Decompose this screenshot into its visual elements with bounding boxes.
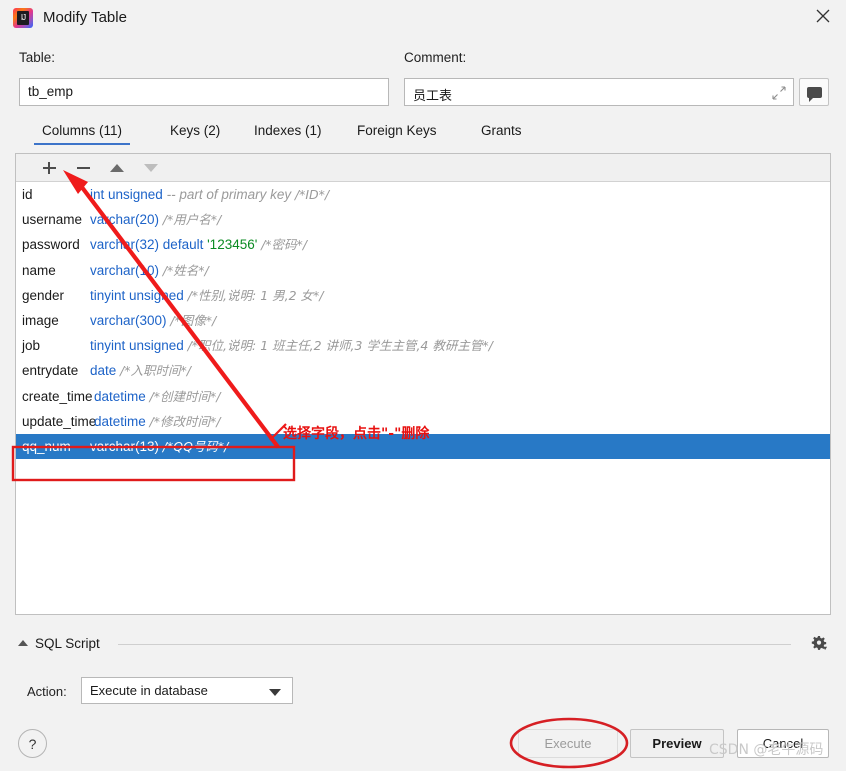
column-name: name: [22, 258, 90, 283]
columns-panel: idint unsigned -- part of primary key /*…: [15, 153, 831, 615]
table-row[interactable]: idint unsigned -- part of primary key /*…: [16, 182, 830, 207]
table-row[interactable]: jobtinyint unsigned /*职位,说明: 1 班主任,2 讲师,…: [16, 333, 830, 358]
table-row[interactable]: create_timedatetime /*创建时间*/: [16, 384, 830, 409]
column-type: datetime: [94, 389, 146, 404]
column-name: id: [22, 182, 90, 207]
comment-input[interactable]: 员工表: [404, 78, 794, 106]
close-icon[interactable]: [800, 0, 846, 32]
table-row[interactable]: entrydatedate /*入职时间*/: [16, 358, 830, 383]
expand-icon[interactable]: [772, 86, 786, 100]
column-comment: /*ID*/: [295, 187, 329, 202]
table-label: Table:: [19, 50, 55, 65]
column-type: varchar: [90, 439, 135, 454]
minus-icon[interactable]: [68, 154, 98, 181]
tab-grants[interactable]: Grants: [481, 123, 522, 138]
columns-list: idint unsigned -- part of primary key /*…: [16, 182, 830, 459]
table-row[interactable]: passwordvarchar(32) default '123456' /*密…: [16, 232, 830, 257]
annotation-note: 选择字段，点击"-"删除: [283, 423, 429, 443]
action-label: Action:: [27, 684, 67, 699]
column-comment: /*修改时间*/: [150, 414, 221, 429]
sql-script-label: SQL Script: [35, 636, 100, 651]
title-bar: IJ Modify Table: [0, 0, 846, 37]
column-keyword: default: [163, 237, 204, 252]
column-type: varchar: [90, 263, 135, 278]
table-row[interactable]: gendertinyint unsigned /*性别,说明: 1 男,2 女*…: [16, 283, 830, 308]
column-name: create_time: [22, 384, 94, 409]
column-name: password: [22, 232, 90, 257]
column-name: job: [22, 333, 90, 358]
window-title: Modify Table: [43, 9, 127, 26]
column-comment: /*用户名*/: [163, 212, 221, 227]
table-row[interactable]: namevarchar(10) /*姓名*/: [16, 258, 830, 283]
column-type: int unsigned: [90, 187, 163, 202]
gear-icon[interactable]: [809, 634, 831, 654]
watermark: CSDN @老牛源码: [709, 739, 823, 759]
comment-value: 员工表: [413, 85, 452, 104]
help-button[interactable]: ?: [18, 729, 47, 758]
column-name: username: [22, 207, 90, 232]
column-name: entrydate: [22, 358, 90, 383]
table-name-input[interactable]: tb_emp: [19, 78, 389, 106]
tab-keys[interactable]: Keys (2): [170, 123, 220, 138]
column-default: '123456': [207, 237, 257, 252]
modify-table-dialog: IJ Modify Table Table: tb_emp Comment: 员…: [0, 0, 846, 771]
comment-label: Comment:: [404, 50, 466, 65]
column-comment: /*创建时间*/: [150, 389, 221, 404]
column-type: varchar: [90, 212, 135, 227]
column-type: date: [90, 363, 116, 378]
column-length: (13): [135, 439, 159, 454]
column-name: qq_num: [22, 434, 90, 459]
column-type: datetime: [94, 414, 146, 429]
columns-toolbar: [16, 154, 830, 182]
column-type: varchar: [90, 313, 135, 328]
divider: [118, 644, 791, 645]
sql-script-section-header[interactable]: SQL Script: [15, 634, 831, 654]
action-select[interactable]: Execute in database: [81, 677, 293, 704]
column-comment: /*图像*/: [170, 313, 216, 328]
table-row[interactable]: imagevarchar(300) /*图像*/: [16, 308, 830, 333]
column-type: varchar: [90, 237, 135, 252]
column-name: gender: [22, 283, 90, 308]
column-length: (20): [135, 212, 159, 227]
arrow-down-icon[interactable]: [136, 154, 166, 181]
intellij-idea-icon: IJ: [13, 8, 33, 28]
column-name: image: [22, 308, 90, 333]
comment-bubble-icon[interactable]: [799, 78, 829, 106]
column-comment: /*性别,说明: 1 男,2 女*/: [188, 288, 324, 303]
bubble-shape: [807, 87, 822, 98]
column-pk-note: -- part of primary key: [167, 187, 292, 202]
column-comment: /*职位,说明: 1 班主任,2 讲师,3 学生主管,4 教研主管*/: [188, 338, 493, 353]
column-comment: /*姓名*/: [163, 263, 209, 278]
column-type: tinyint unsigned: [90, 288, 184, 303]
column-name: update_time: [22, 409, 94, 434]
tab-foreign-keys[interactable]: Foreign Keys: [357, 123, 437, 138]
action-selected-value: Execute in database: [90, 683, 208, 698]
column-type: tinyint unsigned: [90, 338, 184, 353]
column-length: (300): [135, 313, 167, 328]
chevron-down-icon[interactable]: [269, 689, 281, 696]
plus-icon[interactable]: [34, 154, 64, 181]
table-name-value: tb_emp: [28, 84, 73, 99]
column-length: (32): [135, 237, 159, 252]
table-row[interactable]: usernamevarchar(20) /*用户名*/: [16, 207, 830, 232]
caret-up-icon[interactable]: [18, 640, 28, 646]
arrow-up-icon[interactable]: [102, 154, 132, 181]
execute-button[interactable]: Execute: [518, 729, 618, 758]
column-comment: /*入职时间*/: [120, 363, 191, 378]
column-length: (10): [135, 263, 159, 278]
tab-columns[interactable]: Columns (11): [42, 123, 122, 138]
column-comment: /*QQ号码*/: [163, 439, 229, 454]
column-comment: /*密码*/: [261, 237, 307, 252]
tab-indexes[interactable]: Indexes (1): [254, 123, 322, 138]
